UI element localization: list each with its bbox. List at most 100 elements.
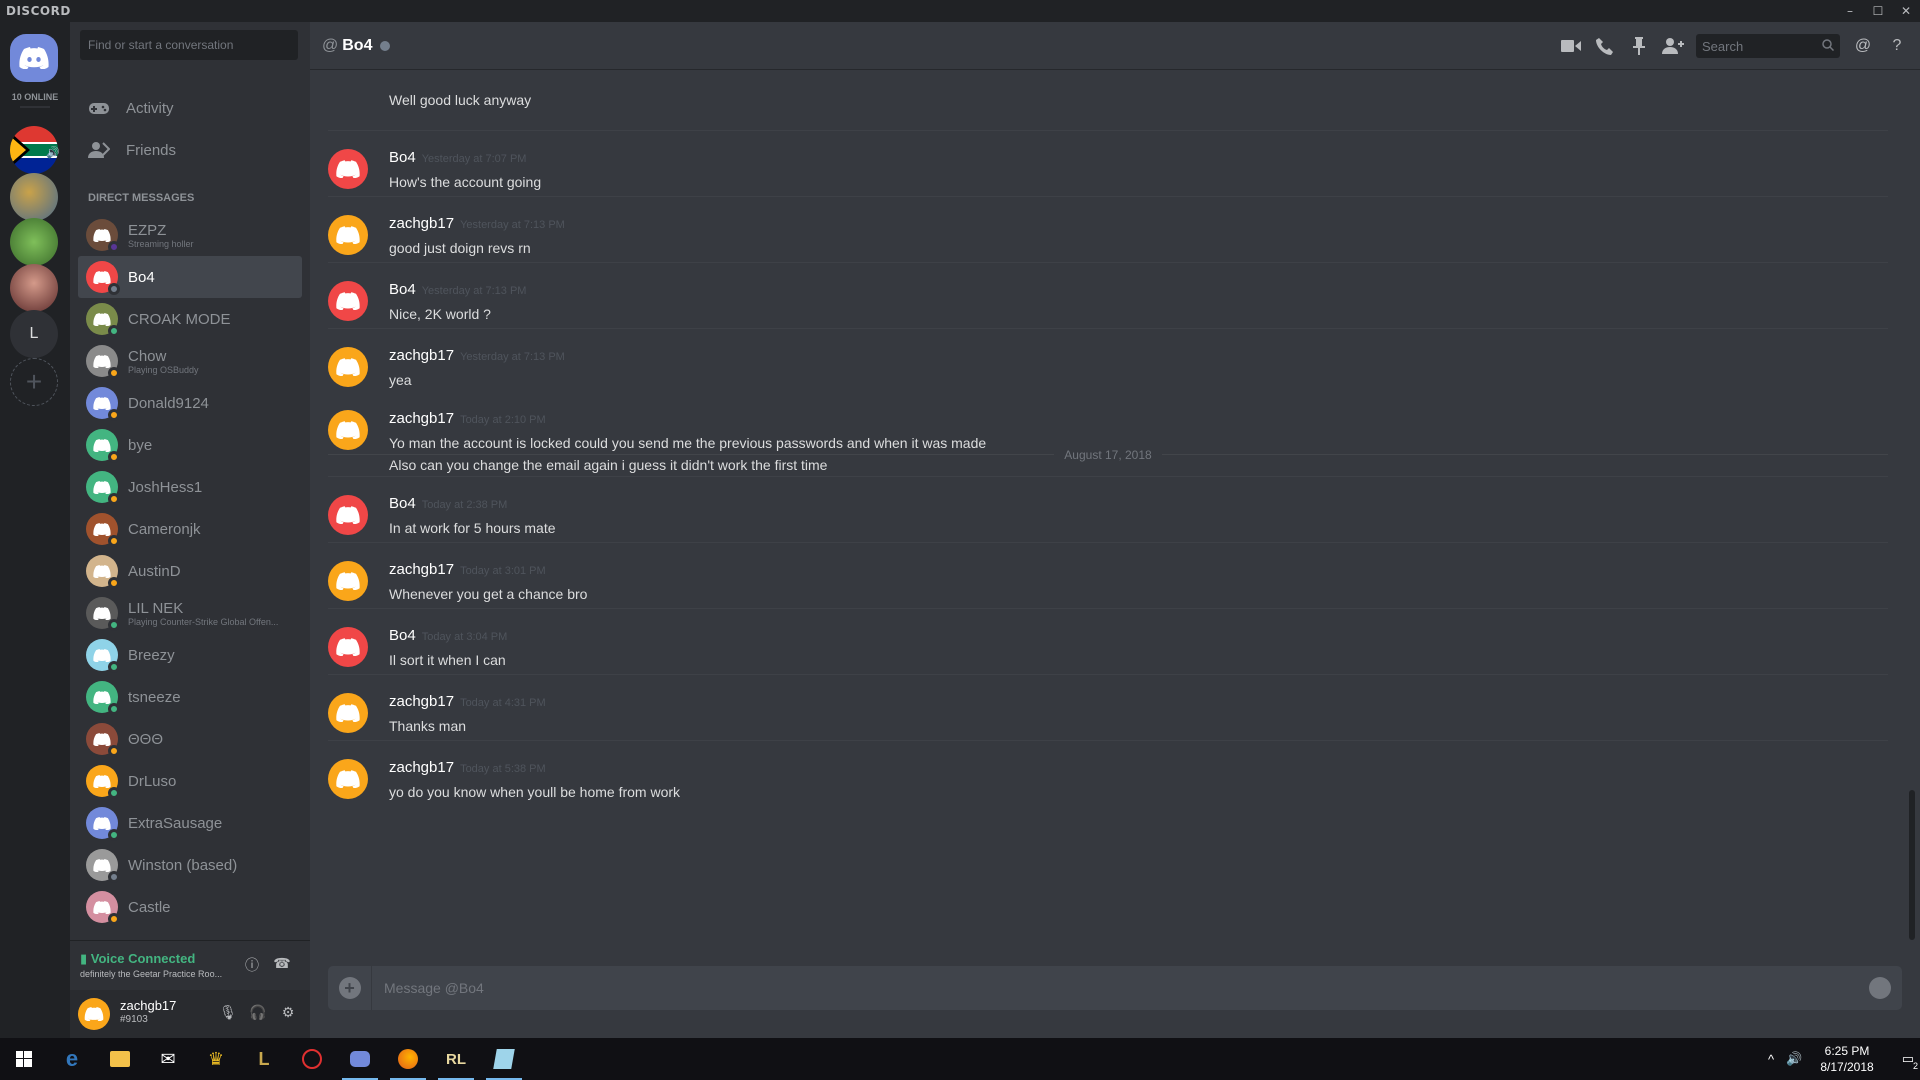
add-server-button[interactable]: + [10,358,58,406]
message-author[interactable]: Bo4 Today at 2:38 PM [389,495,507,512]
author-name[interactable]: Bo4 [389,627,416,644]
taskbar-firefox[interactable] [384,1038,432,1080]
voice-call-icon[interactable] [1594,35,1616,57]
dm-item[interactable]: JoshHess1 [78,466,302,508]
taskbar-app-crown[interactable]: ♛ [192,1038,240,1080]
status-dot [108,577,120,589]
nav-activity[interactable]: Activity [78,88,302,128]
message-author[interactable]: zachgb17 Today at 4:31 PM [389,693,546,710]
mentions-icon[interactable]: @ [1852,35,1874,57]
voice-channel-name[interactable]: definitely the Geetar Practice Roo... [80,969,230,979]
avatar[interactable] [328,495,368,535]
avatar[interactable] [328,693,368,733]
message-author[interactable]: Bo4 Yesterday at 7:13 PM [389,281,526,298]
close-button[interactable]: ✕ [1892,4,1920,18]
avatar[interactable] [328,347,368,387]
taskbar-rocket-league[interactable]: RL [432,1038,480,1080]
video-call-icon[interactable] [1560,35,1582,57]
mute-icon[interactable]: 🎙 [218,1004,238,1024]
author-name[interactable]: zachgb17 [389,561,454,578]
upload-button[interactable]: + [328,966,372,1010]
taskbar-discord[interactable] [336,1038,384,1080]
author-name[interactable]: zachgb17 [389,693,454,710]
action-center-icon[interactable]: ▭ 2 [1902,1051,1918,1071]
taskbar-explorer[interactable] [96,1038,144,1080]
help-icon[interactable]: ? [1886,35,1908,57]
emoji-button[interactable] [1858,966,1902,1010]
server-game[interactable] [10,173,58,221]
author-name[interactable]: Bo4 [389,149,416,166]
author-name[interactable]: Bo4 [389,495,416,512]
message-author[interactable]: zachgb17 Yesterday at 7:13 PM [389,215,565,232]
scrollbar[interactable] [1908,70,1916,958]
connection-info-icon[interactable]: ⓘ [242,955,262,975]
scrollbar-thumb[interactable] [1909,790,1915,940]
search-input[interactable]: Search [1696,34,1840,58]
dm-item[interactable]: CROAK MODE [78,298,302,340]
author-name[interactable]: zachgb17 [389,410,454,427]
avatar[interactable] [328,410,368,450]
minimize-button[interactable]: – [1836,4,1864,18]
server-frog[interactable] [10,218,58,266]
taskbar-league[interactable]: L [240,1038,288,1080]
taskbar-mail[interactable]: ✉ [144,1038,192,1080]
dm-name-block: Donald9124 [128,395,209,412]
message-author[interactable]: zachgb17 Today at 3:01 PM [389,561,546,578]
taskbar-edge[interactable]: e [48,1038,96,1080]
dm-item[interactable]: Chow Playing OSBuddy [78,340,302,382]
avatar[interactable] [328,759,368,799]
taskbar-app-red[interactable] [288,1038,336,1080]
clock[interactable]: 6:25 PM 8/17/2018 [1820,1043,1873,1075]
dm-item[interactable]: LIL NEK Playing Counter-Strike Global Off… [78,592,302,634]
message-input[interactable] [372,980,1858,996]
server-person[interactable] [10,264,58,312]
home-button[interactable] [10,34,58,82]
dm-item[interactable]: ExtraSausage [78,802,302,844]
author-name[interactable]: zachgb17 [389,215,454,232]
author-name[interactable]: zachgb17 [389,347,454,364]
avatar[interactable] [328,281,368,321]
dm-item[interactable]: Cameronjk [78,508,302,550]
message-author[interactable]: Bo4 Yesterday at 7:07 PM [389,149,526,166]
author-name[interactable]: Bo4 [389,281,416,298]
avatar[interactable] [328,561,368,601]
dm-item[interactable]: bye [78,424,302,466]
nav-friends[interactable]: Friends [78,130,302,170]
dm-item[interactable]: Donald9124 [78,382,302,424]
author-name[interactable]: zachgb17 [389,759,454,776]
avatar[interactable] [328,215,368,255]
start-button[interactable] [0,1038,48,1080]
volume-icon[interactable]: 🔊 [1786,1051,1802,1067]
dm-item[interactable]: Bo4 [78,256,302,298]
settings-gear-icon[interactable]: ⚙ [278,1004,298,1024]
dm-item[interactable]: DrLuso [78,760,302,802]
tray-chevron-icon[interactable]: ^ [1768,1052,1774,1067]
crown-icon: ♛ [207,1048,225,1069]
dm-item[interactable]: AustinD [78,550,302,592]
disconnect-icon[interactable]: ☎ [272,955,292,975]
avatar[interactable] [328,149,368,189]
message-author[interactable]: zachgb17 Today at 2:10 PM [389,410,546,427]
message-text: Yo man the account is locked could you s… [389,435,987,451]
message-author[interactable]: zachgb17 Yesterday at 7:13 PM [389,347,565,364]
dm-item[interactable]: tsneeze [78,676,302,718]
message-author[interactable]: Bo4 Today at 3:04 PM [389,627,507,644]
server-l[interactable]: L [10,310,58,358]
dm-item[interactable]: EZPZ Streaming holler [78,214,302,256]
maximize-button[interactable]: ☐ [1864,4,1892,18]
message-text: yo do you know when youll be home from w… [389,784,681,800]
taskbar-app-blue[interactable] [480,1038,528,1080]
avatar[interactable] [78,998,110,1030]
headphones-icon[interactable]: 🎧 [248,1004,268,1024]
message-group: zachgb17 Yesterday at 7:13 PM yea [328,328,1888,392]
message-group: Bo4 Yesterday at 7:13 PM Nice, 2K world ? [328,262,1888,328]
dm-item[interactable]: Winston (based) [78,844,302,886]
add-friend-icon[interactable] [1662,35,1684,57]
message-author[interactable]: zachgb17 Today at 5:38 PM [389,759,546,776]
dm-item[interactable]: Breezy [78,634,302,676]
dm-item[interactable]: ΘΘΘ [78,718,302,760]
dm-item[interactable]: Castle [78,886,302,928]
pin-icon[interactable] [1628,35,1650,57]
avatar[interactable] [328,627,368,667]
dm-search-input[interactable]: Find or start a conversation [80,30,298,60]
